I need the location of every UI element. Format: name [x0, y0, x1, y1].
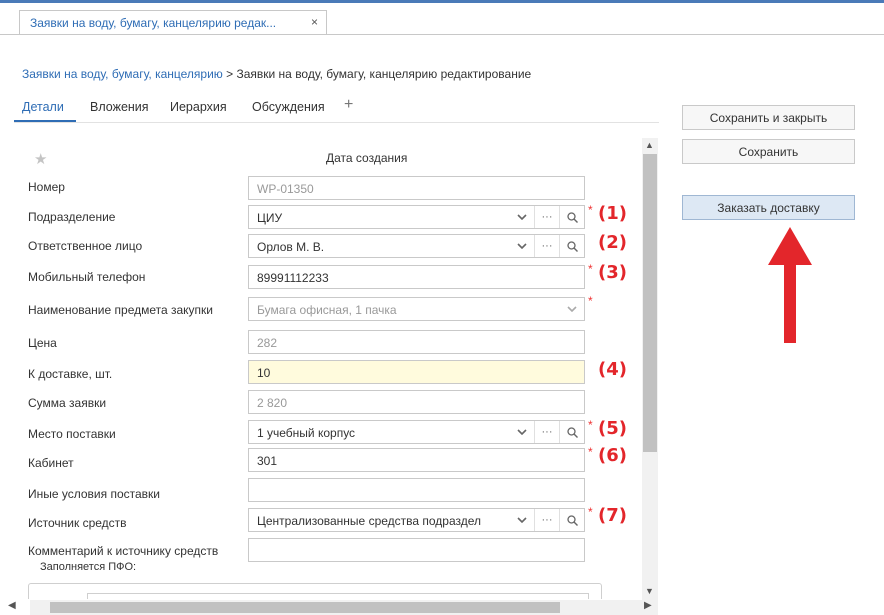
responsible-field[interactable]: Орлов М. В. ···: [248, 234, 585, 258]
star-icon[interactable]: ★: [34, 150, 47, 168]
horizontal-scroll-thumb[interactable]: [50, 602, 560, 613]
tab-attachments[interactable]: Вложения: [90, 100, 149, 114]
more-icon[interactable]: ···: [534, 421, 559, 443]
item-value: Бумага офисная, 1 пачка: [257, 303, 397, 317]
save-button[interactable]: Сохранить: [682, 139, 855, 164]
field-label-responsible: Ответственное лицо: [28, 239, 143, 253]
field-label-location: Место поставки: [28, 427, 116, 441]
scroll-right-icon[interactable]: ▶: [644, 600, 652, 611]
close-icon[interactable]: ×: [311, 15, 318, 29]
scroll-left-icon[interactable]: ◀: [8, 600, 16, 611]
chevron-down-icon[interactable]: [510, 509, 534, 531]
funding-value: Централизованные средства подраздел: [257, 514, 482, 528]
department-value: ЦИУ: [257, 211, 283, 225]
number-field: WP-01350: [248, 176, 585, 200]
required-mark: *: [588, 418, 593, 432]
annotation-6: (6): [598, 445, 627, 466]
order-delivery-button[interactable]: Заказать доставку: [682, 195, 855, 220]
location-value: 1 учебный корпус: [257, 426, 356, 440]
field-label-quantity: К доставке, шт.: [28, 367, 113, 381]
funding-field[interactable]: Централизованные средства подраздел ···: [248, 508, 585, 532]
scroll-down-icon[interactable]: ▼: [645, 586, 654, 596]
search-icon[interactable]: [559, 509, 584, 531]
red-arrow-annotation: [768, 227, 812, 343]
field-label-price: Цена: [28, 336, 57, 350]
breadcrumb-current: > Заявки на воду, бумагу, канцелярию ред…: [222, 67, 532, 81]
document-tab[interactable]: Заявки на воду, бумагу, канцелярию редак…: [19, 10, 327, 35]
item-field: Бумага офисная, 1 пачка: [248, 297, 585, 321]
tab-discussions[interactable]: Обсуждения: [252, 100, 325, 114]
pfo-section-label: Заполняется ПФО:: [40, 561, 137, 573]
document-tab-title: Заявки на воду, бумагу, канцелярию редак…: [30, 16, 277, 30]
number-value: WP-01350: [257, 182, 314, 196]
chevron-down-icon[interactable]: [510, 206, 534, 228]
tab-bar-divider: [0, 34, 884, 35]
quantity-value: 10: [257, 366, 271, 380]
room-field[interactable]: 301: [248, 448, 585, 472]
pfo-input[interactable]: [87, 593, 589, 599]
field-label-funding-comment: Комментарий к источнику средств: [28, 544, 219, 558]
details-form: ★ Дата создания Номер WP-01350 Подраздел…: [14, 123, 654, 599]
annotation-5: (5): [598, 418, 627, 439]
total-field: 2 820: [248, 390, 585, 414]
tab-details[interactable]: Детали: [22, 100, 64, 114]
chevron-down-icon[interactable]: [510, 421, 534, 443]
required-mark: *: [588, 294, 593, 308]
funding-comment-field[interactable]: [248, 538, 585, 562]
required-mark: *: [588, 262, 593, 276]
required-mark: *: [588, 505, 593, 519]
location-field[interactable]: 1 учебный корпус ···: [248, 420, 585, 444]
annotation-2: (2): [598, 232, 627, 253]
search-icon[interactable]: [559, 421, 584, 443]
vertical-scrollbar[interactable]: ▲ ▼: [642, 138, 658, 600]
responsible-value: Орлов М. В.: [257, 240, 325, 254]
phone-field[interactable]: 89991112233: [248, 265, 585, 289]
department-field[interactable]: ЦИУ ···: [248, 205, 585, 229]
field-label-item: Наименование предмета закупки: [28, 303, 214, 317]
total-value: 2 820: [257, 396, 288, 410]
add-tab-icon[interactable]: +: [344, 96, 353, 114]
created-date-label: Дата создания: [326, 151, 408, 165]
annotation-3: (3): [598, 262, 627, 283]
price-field: 282: [248, 330, 585, 354]
scroll-up-icon[interactable]: ▲: [645, 140, 654, 150]
required-mark: *: [588, 203, 593, 217]
room-value: 301: [257, 454, 278, 468]
breadcrumb: Заявки на воду, бумагу, канцелярию > Зая…: [22, 67, 531, 81]
required-mark: *: [588, 445, 593, 459]
field-label-conditions: Иные условия поставки: [28, 487, 161, 501]
save-and-close-button[interactable]: Сохранить и закрыть: [682, 105, 855, 130]
chevron-down-icon[interactable]: [510, 235, 534, 257]
search-icon[interactable]: [559, 206, 584, 228]
phone-value: 89991112233: [257, 271, 329, 285]
chevron-down-icon: [560, 298, 584, 320]
tab-hierarchy[interactable]: Иерархия: [170, 100, 227, 114]
search-icon[interactable]: [559, 235, 584, 257]
field-label-department: Подразделение: [28, 210, 116, 224]
breadcrumb-link[interactable]: Заявки на воду, бумагу, канцелярию: [22, 67, 223, 81]
field-label-number: Номер: [28, 180, 65, 194]
more-icon[interactable]: ···: [534, 509, 559, 531]
vertical-scroll-thumb[interactable]: [643, 154, 657, 452]
annotation-1: (1): [598, 203, 627, 224]
field-label-funding: Источник средств: [28, 516, 127, 530]
top-accent-line: [0, 0, 884, 3]
field-label-total: Сумма заявки: [28, 396, 107, 410]
price-value: 282: [257, 336, 278, 350]
horizontal-scrollbar[interactable]: ◀ ▶: [8, 600, 658, 615]
annotation-4: (4): [598, 359, 627, 380]
field-label-room: Кабинет: [28, 456, 74, 470]
more-icon[interactable]: ···: [534, 206, 559, 228]
conditions-field[interactable]: [248, 478, 585, 502]
annotation-7: (7): [598, 505, 627, 526]
quantity-field[interactable]: 10: [248, 360, 585, 384]
more-icon[interactable]: ···: [534, 235, 559, 257]
field-label-phone: Мобильный телефон: [28, 270, 146, 284]
